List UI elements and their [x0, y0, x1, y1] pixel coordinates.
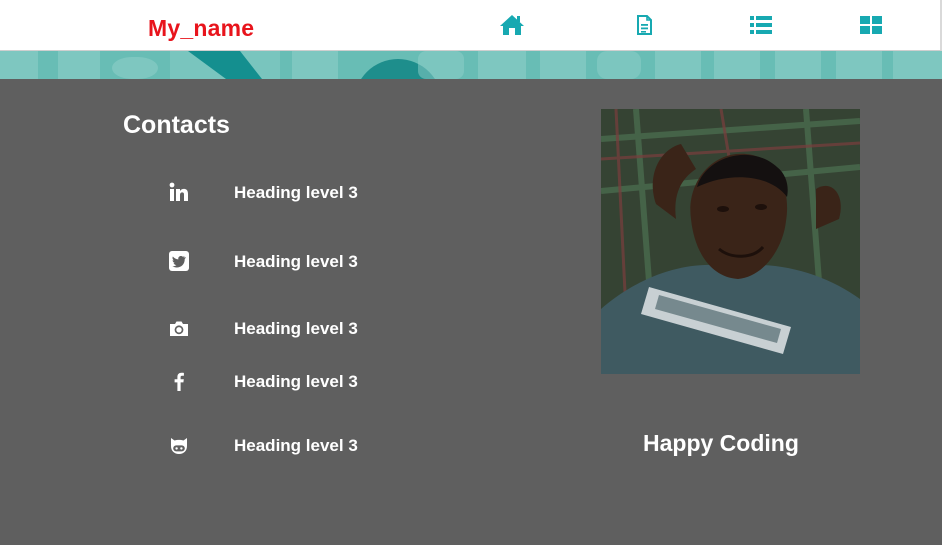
- nav-list-link[interactable]: [748, 13, 774, 37]
- banner-pattern: [0, 51, 942, 79]
- contact-label[interactable]: Heading level 3: [234, 372, 358, 392]
- facebook-icon: [174, 372, 184, 391]
- brand-logo-link[interactable]: My_name: [148, 15, 254, 42]
- contact-item-linkedin: Heading level 3: [160, 177, 420, 209]
- contact-item-instagram: Heading level 3: [160, 313, 420, 345]
- profile-photo: [601, 109, 860, 374]
- github-icon: [171, 438, 187, 454]
- github-link[interactable]: [168, 434, 190, 456]
- camera-icon: [170, 321, 188, 336]
- contact-item-github: Heading level 3: [160, 430, 420, 462]
- contact-label[interactable]: Heading level 3: [234, 436, 358, 456]
- nav-resume-link[interactable]: [631, 13, 657, 37]
- linkedin-link[interactable]: [168, 181, 190, 203]
- contact-label[interactable]: Heading level 3: [234, 183, 358, 203]
- contacts-heading: Contacts: [123, 111, 230, 139]
- home-icon: [500, 15, 524, 35]
- grid-icon: [860, 16, 882, 34]
- linkedin-icon: [169, 182, 188, 201]
- camera-link[interactable]: [168, 317, 190, 339]
- decorative-banner: [0, 51, 942, 79]
- contact-item-twitter: Heading level 3: [160, 246, 420, 278]
- list-icon: [750, 16, 772, 34]
- contact-item-facebook: Heading level 3: [160, 366, 420, 398]
- file-text-icon: [637, 15, 652, 35]
- twitter-link[interactable]: [168, 250, 190, 272]
- twitter-icon: [169, 251, 189, 271]
- happy-coding-text: Happy Coding: [643, 430, 799, 456]
- nav-portfolio-link[interactable]: [858, 13, 884, 37]
- profile-photo-image: [601, 109, 860, 374]
- contact-label[interactable]: Heading level 3: [234, 319, 358, 339]
- nav-home-link[interactable]: [499, 13, 525, 37]
- facebook-link[interactable]: [168, 370, 190, 392]
- contact-label[interactable]: Heading level 3: [234, 252, 358, 272]
- top-navbar: My_name: [0, 0, 942, 51]
